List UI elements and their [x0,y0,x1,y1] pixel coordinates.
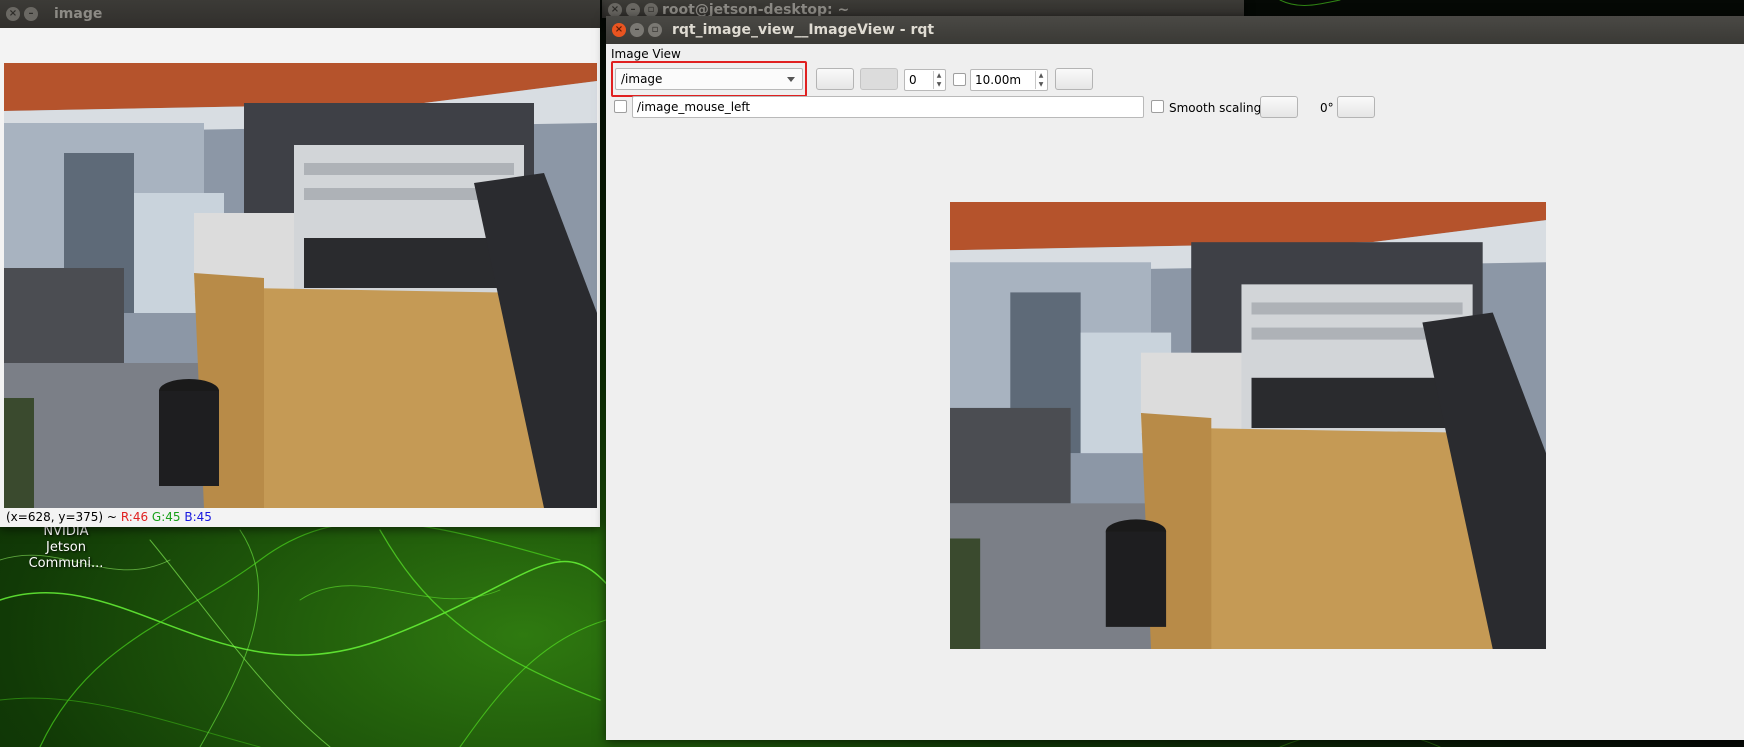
minimize-icon[interactable]: – [24,7,38,21]
rotate-left-button[interactable] [1260,96,1298,118]
max-range-spinbox[interactable]: 10.00m ▲ ▼ [970,69,1048,91]
rqt-image-view-window[interactable]: × – ▫ rqt_image_view__ImageView - rqt Im… [606,16,1744,740]
camera-image[interactable] [4,63,597,508]
desktop-icon-label-line: Communi... [28,556,104,571]
plugin-label: Image View [611,47,681,61]
mouse-topic-field[interactable]: /image_mouse_left [632,96,1144,118]
titlebar-buttons: × – [6,7,38,21]
refresh-topics-button[interactable] [816,68,854,90]
spin-up-icon[interactable]: ▲ [1035,71,1046,80]
smooth-scaling-label: Smooth scaling [1169,101,1262,115]
image-window-titlebar[interactable]: × – image [0,0,600,28]
pixel-status-bar: (x=628, y=375) ~ R:46 G:45 B:45 [4,508,597,526]
close-icon[interactable]: × [612,23,626,37]
pixel-coords: (x=628, y=375) ~ [6,510,117,524]
pixel-red-value: R:46 [120,510,149,524]
highlight-box [611,61,807,97]
desktop-icon-nvidia-jetson[interactable]: NVIDIA Jetson Communi... [22,524,110,572]
save-image-button[interactable] [1055,68,1093,90]
window-title: image [54,6,103,22]
zoom-original-button[interactable] [860,68,898,90]
close-icon[interactable]: × [6,7,20,21]
rqt-titlebar[interactable]: × – ▫ rqt_image_view__ImageView - rqt [606,16,1744,44]
image-window[interactable]: × – image (x=628, y=375) ~ R:46 G:45 B:4… [0,0,600,527]
max-range-value: 10.00m [975,73,1022,87]
titlebar-buttons: × – ▫ [608,3,658,17]
minimize-icon[interactable]: – [626,3,640,17]
dynamic-range-checkbox[interactable] [953,73,966,86]
maximize-icon[interactable]: ▫ [648,23,662,37]
pixel-blue-value: B:45 [184,510,212,524]
rotate-right-button[interactable] [1337,96,1375,118]
spin-up-icon[interactable]: ▲ [933,71,944,80]
window-title: rqt_image_view__ImageView - rqt [672,22,935,38]
close-icon[interactable]: × [608,3,622,17]
zoom-spinbox-value: 0 [909,73,917,87]
maximize-icon[interactable]: ▫ [644,3,658,17]
titlebar-buttons: × – ▫ [612,23,662,37]
rotation-label: 0° [1320,101,1334,115]
pixel-green-value: G:45 [151,510,181,524]
smooth-scaling-checkbox[interactable] [1151,100,1164,113]
mouse-topic-value: /image_mouse_left [637,100,751,114]
zoom-spinbox[interactable]: 0 ▲ ▼ [904,69,946,91]
image-view-display[interactable] [950,202,1546,649]
minimize-icon[interactable]: – [630,23,644,37]
spin-down-icon[interactable]: ▼ [1035,80,1046,89]
spin-down-icon[interactable]: ▼ [933,80,944,89]
desktop-icon-label-line: Jetson [46,540,86,555]
publish-mouse-checkbox[interactable] [614,100,627,113]
